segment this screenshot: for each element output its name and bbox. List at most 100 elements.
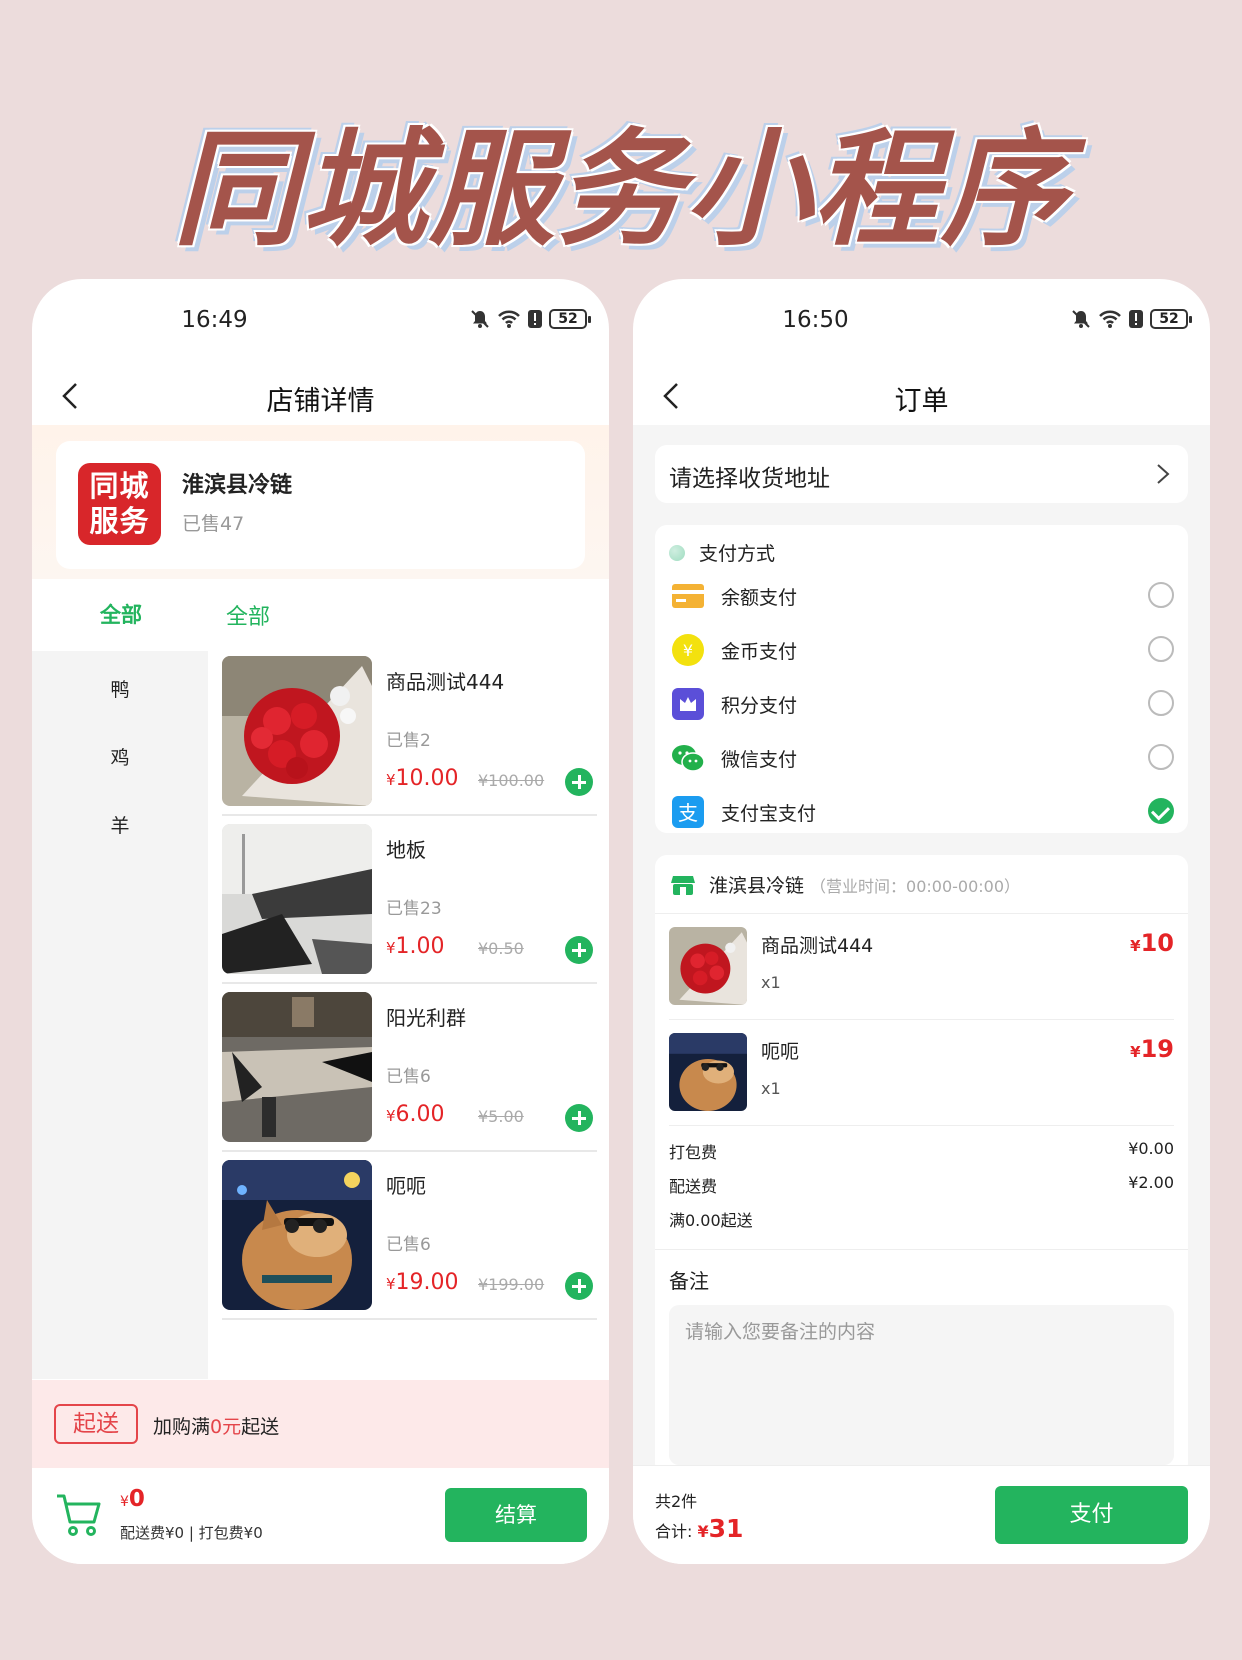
logo-text-2: 服务 <box>89 504 150 538</box>
product-item[interactable]: 阳光利群 已售6 ¥6.00 ¥5.00 <box>222 992 597 1152</box>
payment-option-wechat[interactable]: 微信支付 <box>671 737 1174 777</box>
payment-methods: 支付方式 余额支付 ¥ 金币支付 积分支付 微信支付 支 支付宝支付 <box>655 525 1188 833</box>
payment-header-label: 支付方式 <box>699 543 776 565</box>
fee-label: 满0.00起送 <box>669 1211 753 1230</box>
product-sold: 已售6 <box>386 1067 431 1087</box>
order-screen: 16:50 52 订单 请选择收货地址 支付方式 余额支付 ¥ 金币支付 积分支… <box>633 279 1210 1564</box>
item-count: 共2件 <box>655 1492 698 1511</box>
price-value: 19.00 <box>395 1270 459 1295</box>
order-total: 合计: ¥31 <box>655 1514 743 1543</box>
note-label: 备注 <box>669 1269 709 1293</box>
product-original-price: ¥199.00 <box>478 1275 545 1294</box>
product-item[interactable]: 呃呃 已售6 ¥19.00 ¥199.00 <box>222 1160 597 1320</box>
product-image-dog <box>222 1160 372 1310</box>
battery-icon: 52 <box>1150 309 1192 329</box>
note-input[interactable] <box>669 1305 1174 1465</box>
sidebar-tab-all[interactable]: 全部 <box>100 599 142 629</box>
payment-option-coin[interactable]: ¥ 金币支付 <box>671 629 1174 669</box>
fee-row-minimum: 满0.00起送 <box>669 1207 1174 1231</box>
sidebar-item-chicken[interactable]: 鸡 <box>32 743 208 770</box>
category-tabs: 全部 全部 <box>32 579 609 651</box>
order-summary: 淮滨县冷链 （营业时间：00:00-00:00） 商品测试444 x1 ¥10 … <box>655 855 1188 1475</box>
store-icon <box>671 875 695 895</box>
product-price: ¥19.00 <box>386 1270 459 1295</box>
divider <box>655 913 1188 914</box>
order-item-name: 呃呃 <box>761 1041 800 1063</box>
payment-option-alipay[interactable]: 支 支付宝支付 <box>671 791 1174 831</box>
battery-icon: 52 <box>549 309 591 329</box>
checkout-button[interactable]: 结算 <box>445 1488 587 1542</box>
divider <box>669 1125 1174 1126</box>
currency-symbol: ¥ <box>697 1522 709 1541</box>
payment-option-balance[interactable]: 余额支付 <box>671 575 1174 615</box>
currency-symbol: ¥ <box>386 939 396 957</box>
currency-symbol: ¥ <box>386 1275 396 1293</box>
order-item-image-roses <box>669 927 747 1005</box>
product-name: 商品测试444 <box>386 670 505 694</box>
divider <box>669 1019 1174 1020</box>
add-to-cart-button[interactable] <box>565 936 593 964</box>
product-price: ¥1.00 <box>386 934 445 959</box>
business-hours: （营业时间：00:00-00:00） <box>810 876 1021 896</box>
radio-button[interactable] <box>1148 744 1174 770</box>
price-value: 6.00 <box>395 1102 445 1127</box>
alert-icon <box>1129 310 1143 328</box>
product-item[interactable]: 地板 已售23 ¥1.00 ¥0.50 <box>222 824 597 984</box>
currency-symbol: ¥ <box>120 1494 129 1510</box>
payment-label: 支付宝支付 <box>721 803 817 825</box>
currency-symbol: ¥ <box>386 771 396 789</box>
svg-text:支: 支 <box>678 801 698 825</box>
shop-header: 同城 服务 淮滨县冷链 已售47 <box>32 425 609 580</box>
product-original-price: ¥0.50 <box>478 939 524 958</box>
alipay-icon: 支 <box>672 796 704 828</box>
chevron-right-icon <box>1157 464 1170 484</box>
shop-sold-count: 已售47 <box>182 513 245 535</box>
add-to-cart-button[interactable] <box>565 1104 593 1132</box>
product-original-price: ¥100.00 <box>478 771 545 790</box>
pay-button[interactable]: 支付 <box>995 1486 1188 1544</box>
price-value: 19 <box>1140 1035 1174 1063</box>
status-bar: 16:49 52 <box>32 279 609 367</box>
currency-symbol: ¥ <box>1130 1043 1141 1061</box>
product-price: ¥6.00 <box>386 1102 445 1127</box>
payment-label: 积分支付 <box>721 695 798 717</box>
mute-bell-icon <box>471 310 489 328</box>
product-name: 阳光利群 <box>386 1006 466 1030</box>
coin-icon: ¥ <box>672 634 704 666</box>
product-sold: 已售23 <box>386 899 442 919</box>
total-value: 31 <box>708 1514 744 1543</box>
fee-row-packing: 打包费 ¥0.00 <box>669 1139 1174 1163</box>
store-detail-screen: 16:49 52 店铺详情 同城 服务 淮滨县冷链 已售47 全部 全部 鸭 鸡… <box>32 279 609 1564</box>
radio-button[interactable] <box>1148 690 1174 716</box>
radio-button-selected[interactable] <box>1148 798 1174 824</box>
banner-title: 同城服务小程序 <box>173 116 1069 263</box>
radio-button[interactable] <box>1148 636 1174 662</box>
payment-header: 支付方式 <box>669 539 775 566</box>
radio-button[interactable] <box>1148 582 1174 608</box>
payment-option-points[interactable]: 积分支付 <box>671 683 1174 723</box>
add-to-cart-button[interactable] <box>565 1272 593 1300</box>
product-name: 呃呃 <box>386 1174 426 1198</box>
svg-text:¥: ¥ <box>683 641 693 660</box>
address-selector[interactable]: 请选择收货地址 <box>655 445 1188 503</box>
payment-label: 金币支付 <box>721 641 798 663</box>
price-value: 10.00 <box>395 766 459 791</box>
add-to-cart-button[interactable] <box>565 768 593 796</box>
order-shop-name: 淮滨县冷链 <box>709 875 805 897</box>
cart-icon[interactable] <box>54 1490 104 1540</box>
product-sold: 已售6 <box>386 1235 431 1255</box>
shop-logo: 同城 服务 <box>78 463 161 545</box>
fee-label: 配送费 <box>669 1177 718 1196</box>
order-item-price: ¥10 <box>1130 929 1174 957</box>
cart-total: ¥0 <box>120 1486 145 1512</box>
status-bar: 16:50 52 <box>633 279 1210 367</box>
product-original-price: ¥5.00 <box>478 1107 524 1126</box>
sidebar-item-duck[interactable]: 鸭 <box>32 675 208 702</box>
product-item[interactable]: 商品测试444 已售2 ¥10.00 ¥100.00 <box>222 656 597 816</box>
currency-symbol: ¥ <box>1130 937 1141 955</box>
delivery-prefix: 加购满 <box>153 1416 211 1438</box>
sub-tab-all[interactable]: 全部 <box>226 599 270 631</box>
payment-label: 余额支付 <box>721 587 798 609</box>
sidebar-item-lamb[interactable]: 羊 <box>32 811 208 838</box>
pay-bar: 共2件 合计: ¥31 支付 <box>633 1465 1210 1564</box>
